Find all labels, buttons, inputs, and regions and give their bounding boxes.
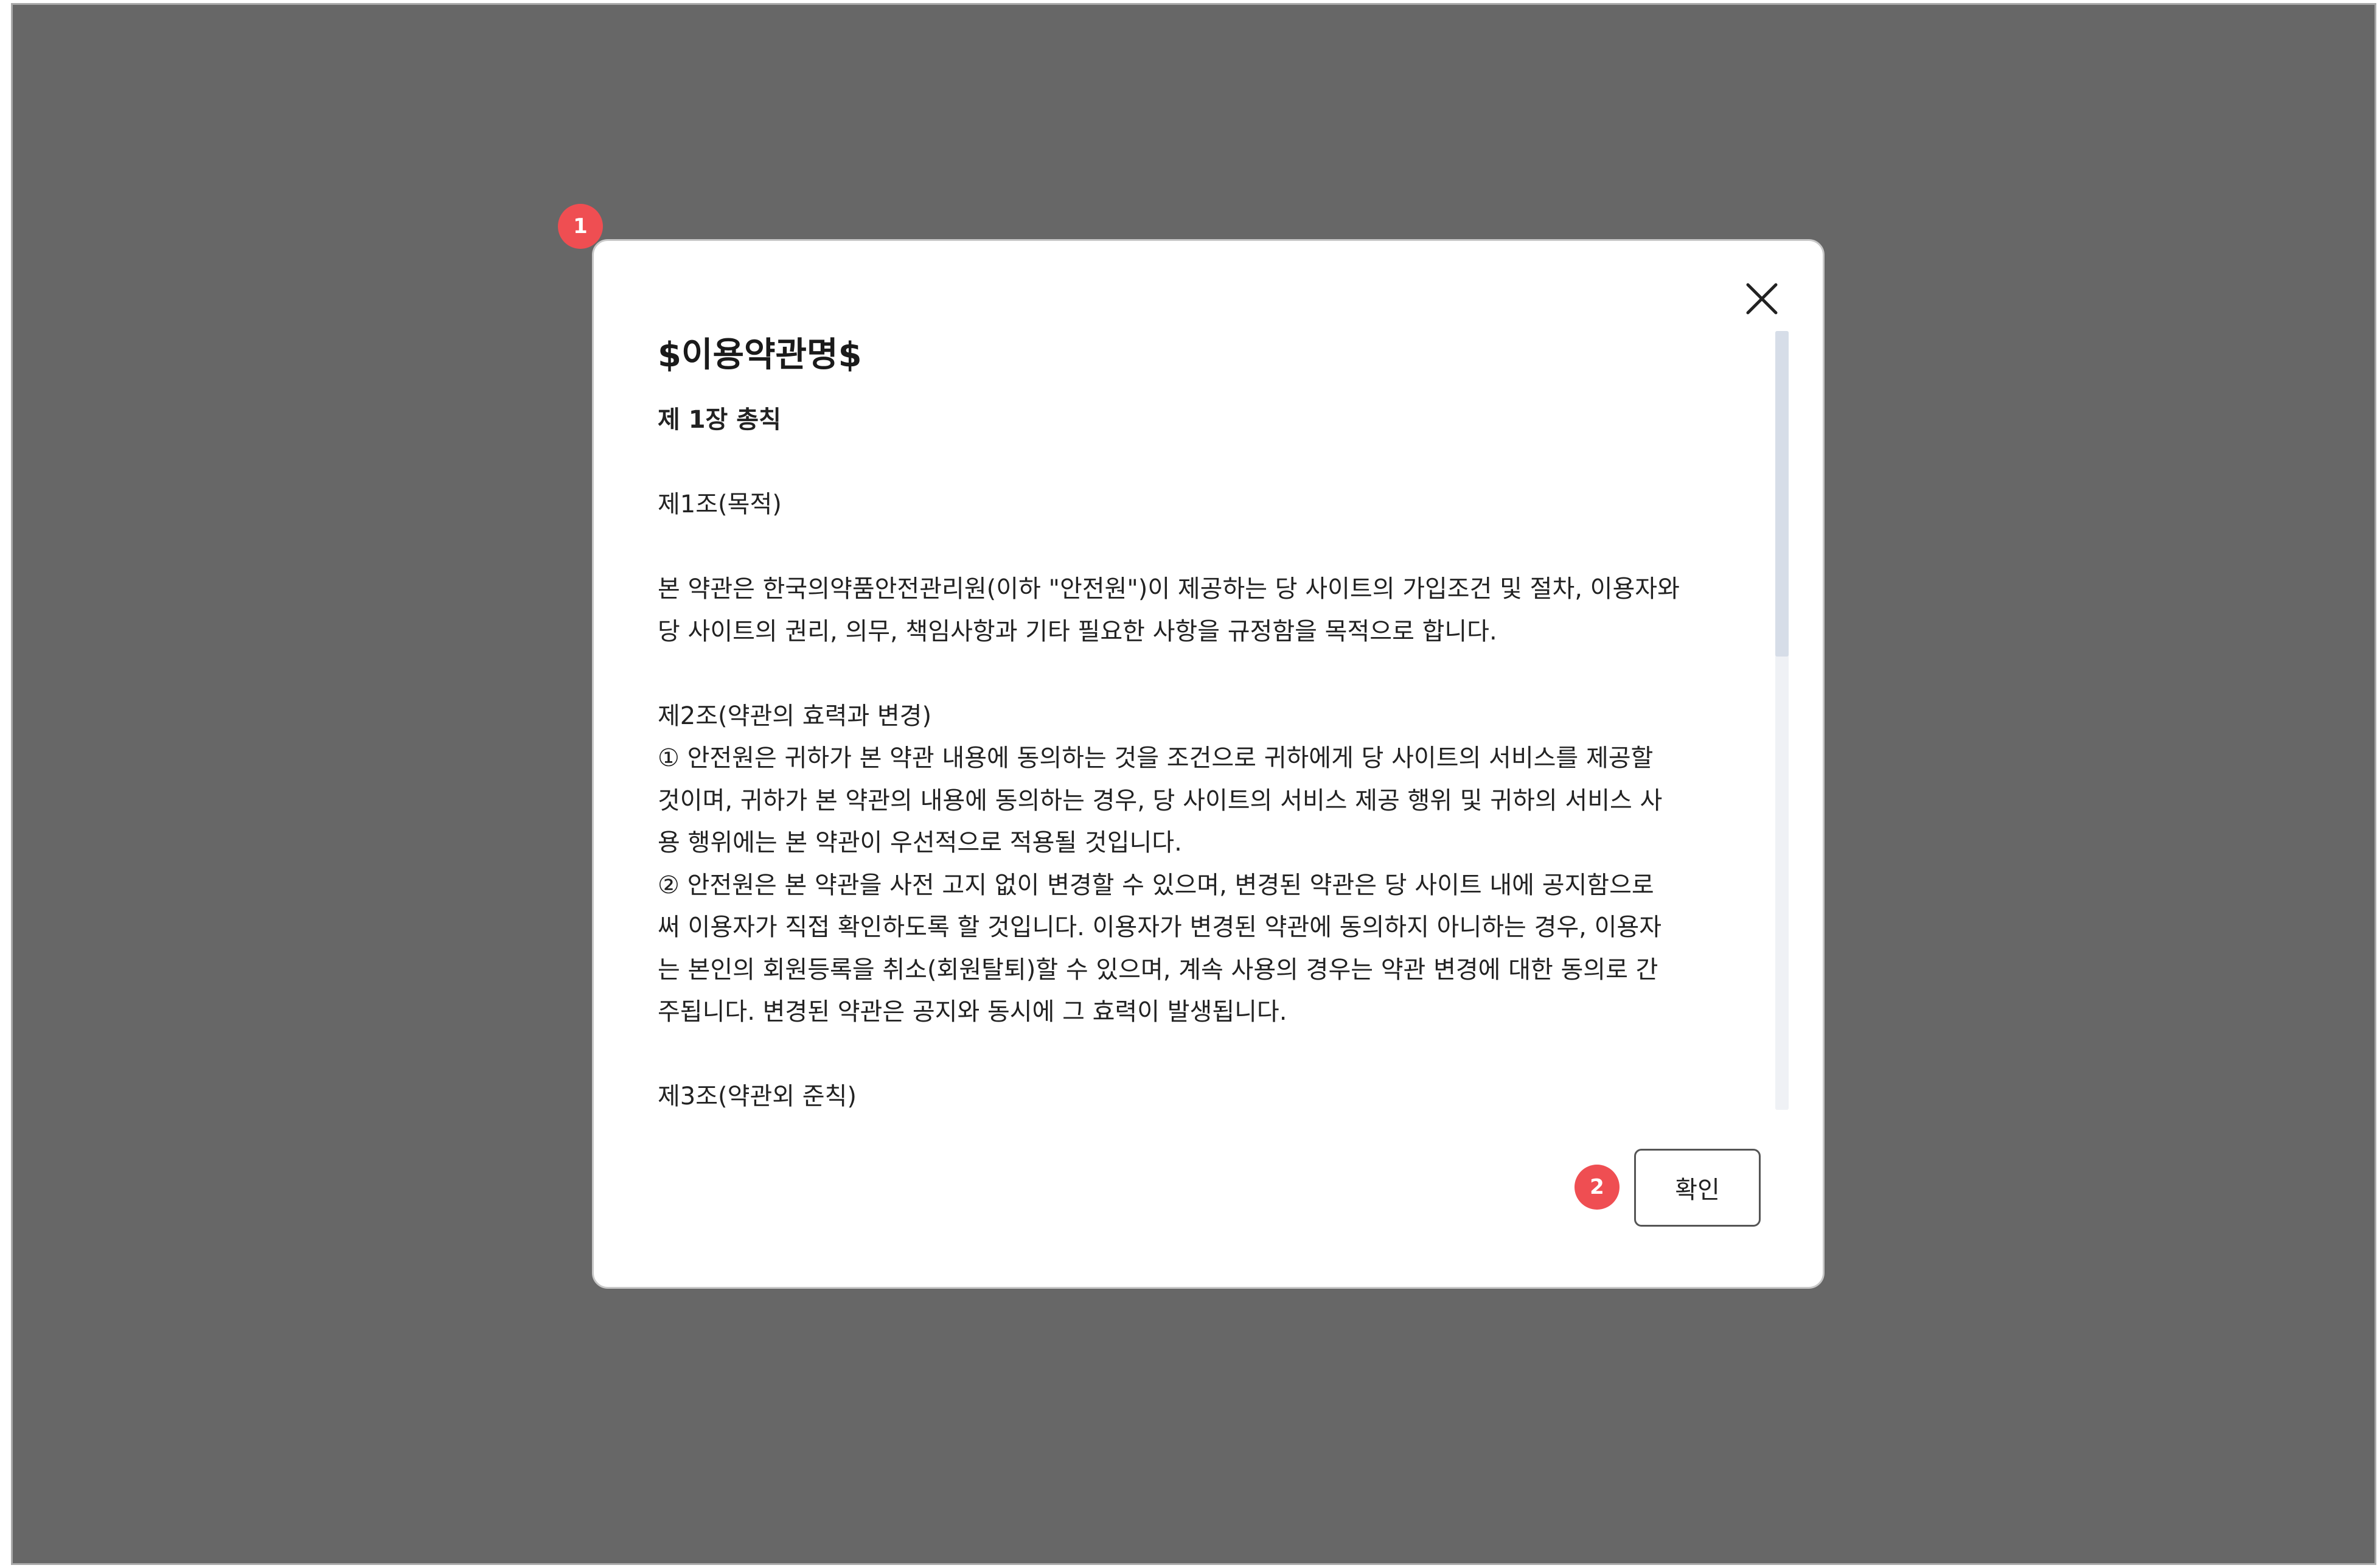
chapter-heading: 제 1장 총칙 xyxy=(658,406,781,434)
article-2-title: 제2조(약관의 효력과 변경) xyxy=(658,702,932,730)
backdrop-overlay: 1 $이용약관명$ 제 1장 총칙 제1조(목적) 본 약관은 한국의약품안전관… xyxy=(11,3,2376,1565)
article-1-title: 제1조(목적) xyxy=(658,490,782,518)
scrollbar-track[interactable] xyxy=(1775,331,1789,1110)
terms-scroll-area[interactable]: $이용약관명$ 제 1장 총칙 제1조(목적) 본 약관은 한국의약품안전관리원… xyxy=(658,332,1747,1211)
article-2-body-line: 는 본인의 회원등록을 취소(회원탈퇴)할 수 있으며, 계속 사용의 경우는 … xyxy=(658,955,1658,984)
annotation-marker-1: 1 xyxy=(558,204,603,249)
article-3-title: 제3조(약관외 준칙) xyxy=(658,1082,857,1110)
article-2-body-line: 주됩니다. 변경된 약관은 공지와 동시에 그 효력이 발생됩니다. xyxy=(658,998,1287,1026)
article-1-body-line: 본 약관은 한국의약품안전관리원(이하 "안전원")이 제공하는 당 사이트의 … xyxy=(658,575,1680,603)
close-icon xyxy=(1746,283,1778,315)
close-button[interactable] xyxy=(1741,277,1783,320)
scrollbar-thumb[interactable] xyxy=(1775,331,1789,657)
modal-title: $이용약관명$ xyxy=(658,335,862,375)
confirm-button[interactable]: 확인 xyxy=(1634,1149,1761,1227)
article-2-body-line: 써 이용자가 직접 확인하도록 할 것입니다. 이용자가 변경된 약관에 동의하… xyxy=(658,913,1662,941)
article-2-body-line: ② 안전원은 본 약관을 사전 고지 없이 변경할 수 있으며, 변경된 약관은… xyxy=(658,871,1654,899)
terms-modal: $이용약관명$ 제 1장 총칙 제1조(목적) 본 약관은 한국의약품안전관리원… xyxy=(592,239,1825,1289)
annotation-marker-2: 2 xyxy=(1574,1165,1620,1210)
article-2-body-line: 것이며, 귀하가 본 약관의 내용에 동의하는 경우, 당 사이트의 서비스 제… xyxy=(658,786,1663,815)
article-2-body-line: ① 안전원은 귀하가 본 약관 내용에 동의하는 것을 조건으로 귀하에게 당 … xyxy=(658,744,1654,772)
article-1-body-line: 당 사이트의 권리, 의무, 책임사항과 기타 필요한 사항을 규정함을 목적으… xyxy=(658,617,1497,646)
terms-body: 제 1장 총칙 제1조(목적) 본 약관은 한국의약품안전관리원(이하 "안전원… xyxy=(658,399,1747,1118)
annotation-marker-1-label: 1 xyxy=(573,214,588,239)
annotation-marker-2-label: 2 xyxy=(1590,1175,1604,1199)
article-2-body-line: 용 행위에는 본 약관이 우선적으로 적용될 것입니다. xyxy=(658,829,1182,857)
